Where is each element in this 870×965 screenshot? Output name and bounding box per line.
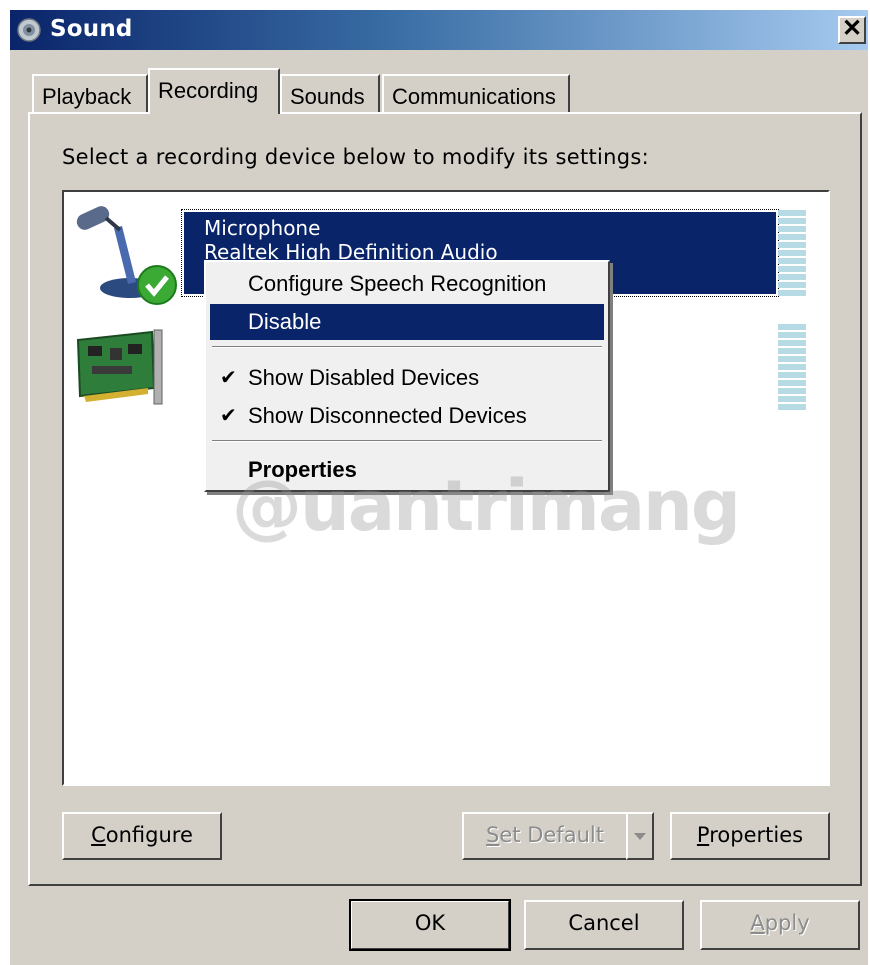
close-button[interactable]: ✕ [838, 16, 866, 44]
speaker-icon [17, 18, 41, 42]
menu-item-show-disabled-devices[interactable]: ✔ Show Disabled Devices [210, 360, 604, 396]
menu-item-label: Show Disabled Devices [248, 365, 480, 390]
mnemonic: P [696, 823, 710, 847]
menu-item-configure-speech-recognition[interactable]: Configure Speech Recognition [210, 266, 604, 302]
default-device-check-icon [137, 265, 177, 305]
button-label: roperties [709, 823, 804, 847]
menu-item-properties[interactable]: Properties [210, 452, 604, 488]
tab-sounds[interactable]: Sounds [280, 74, 380, 114]
close-icon: ✕ [841, 15, 863, 42]
menu-item-show-disconnected-devices[interactable]: ✔ Show Disconnected Devices [210, 398, 604, 434]
level-meter [778, 210, 806, 298]
menu-item-label: Properties [248, 457, 357, 482]
apply-button[interactable]: Apply [700, 900, 860, 950]
button-label: et Default [499, 823, 604, 847]
title-bar[interactable]: Sound ✕ [10, 10, 868, 50]
tab-playback[interactable]: Playback [32, 74, 148, 114]
properties-button[interactable]: Properties [670, 812, 830, 860]
menu-item-label: Configure Speech Recognition [248, 271, 547, 296]
check-icon: ✔ [220, 367, 237, 389]
context-menu: Configure Speech Recognition Disable ✔ S… [204, 260, 610, 492]
tab-label: Playback [42, 84, 132, 109]
menu-separator [212, 440, 602, 442]
level-meter [778, 324, 806, 412]
button-label: pply [764, 911, 810, 935]
mnemonic: S [486, 823, 500, 847]
configure-button[interactable]: Configure [62, 812, 222, 860]
menu-item-label: Disable [248, 309, 322, 334]
mnemonic: A [750, 911, 765, 935]
sound-dialog: Sound ✕ Playback Recording Sounds Commun… [10, 10, 868, 965]
device-name: Microphone [204, 216, 321, 240]
set-default-button[interactable]: Set Default [462, 812, 628, 860]
tab-label: Sounds [290, 84, 365, 109]
menu-item-disable[interactable]: Disable [210, 304, 604, 340]
tab-label: Communications [392, 84, 556, 109]
set-default-dropdown-button[interactable] [626, 812, 654, 860]
check-icon: ✔ [220, 405, 237, 427]
sound-card-icon [76, 329, 163, 405]
menu-item-label: Show Disconnected Devices [248, 403, 527, 428]
chevron-down-icon [634, 833, 646, 840]
tab-label: Recording [158, 78, 259, 103]
tab-recording[interactable]: Recording [148, 68, 280, 114]
tab-communications[interactable]: Communications [382, 74, 570, 114]
instruction-text: Select a recording device below to modif… [62, 145, 650, 169]
mnemonic: C [91, 823, 106, 847]
cancel-button[interactable]: Cancel [524, 900, 684, 950]
window-title: Sound [50, 16, 133, 42]
menu-separator [212, 346, 602, 348]
ok-button[interactable]: OK [349, 899, 511, 951]
button-label: onfigure [105, 823, 193, 847]
